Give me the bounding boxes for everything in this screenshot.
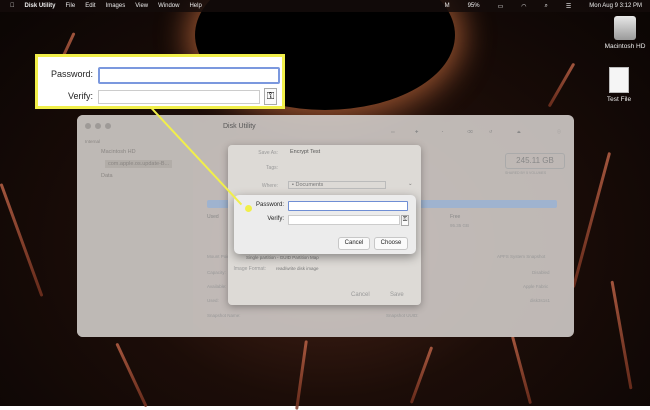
desktop-icon-test-file[interactable]: Test File	[589, 67, 649, 103]
key-icon[interactable]: ⚿	[401, 215, 409, 226]
cancel-button[interactable]: Cancel	[338, 237, 370, 250]
sidebar-item-macintosh-hd[interactable]: Macintosh HD	[101, 149, 136, 155]
where-label: Where:	[261, 183, 278, 189]
zoom-callout: Password: Verify: ⚿	[35, 54, 285, 109]
toolbar-first-aid[interactable]: ✚	[415, 129, 418, 134]
clock[interactable]: Mon Aug 9 3:12 PM	[589, 3, 642, 9]
expand-icon[interactable]: ⌄	[408, 181, 413, 187]
wallpaper-streak	[510, 335, 533, 405]
callout-verify-input	[98, 90, 260, 104]
wallpaper-streak	[295, 340, 308, 410]
free-label: Free	[450, 214, 461, 220]
wifi-icon[interactable]: ◠	[521, 3, 526, 10]
sidebar-item-data[interactable]: Data	[101, 173, 113, 179]
search-icon[interactable]: ⌕	[545, 3, 548, 10]
status-icon[interactable]: M	[445, 3, 450, 9]
sheet-save-button[interactable]: Save	[390, 292, 404, 298]
wallpaper-streak	[409, 346, 434, 404]
menu-app-name[interactable]: Disk Utility	[25, 3, 56, 9]
hard-drive-icon	[614, 16, 636, 40]
folder-icon: ▪	[292, 182, 294, 188]
callout-verify-label: Verify:	[67, 91, 93, 101]
info-value: Apple Fabric	[523, 284, 549, 289]
apple-menu-icon[interactable]: 	[10, 3, 15, 9]
info-value: Snapshot UUID:	[386, 313, 419, 318]
menu-images[interactable]: Images	[106, 3, 126, 9]
document-icon	[609, 67, 629, 93]
menu-view[interactable]: View	[135, 3, 148, 9]
info-value: Disabled	[532, 270, 550, 275]
callout-password-label: Password:	[50, 69, 93, 79]
menu-file[interactable]: File	[66, 3, 76, 9]
menu-edit[interactable]: Edit	[85, 3, 95, 9]
partitions-select[interactable]: Single partition - GUID Partition Map	[246, 255, 319, 260]
info-label: Available:	[207, 284, 227, 289]
minimize-icon[interactable]	[95, 123, 101, 129]
wallpaper-streak	[610, 280, 633, 390]
where-value: Documents	[295, 182, 324, 188]
info-label: Used:	[207, 298, 219, 303]
save-as-field[interactable]: Encrypt Test	[290, 149, 320, 155]
info-value: disk3s1s1	[530, 298, 551, 303]
password-input[interactable]	[288, 201, 408, 211]
battery-icon[interactable]: ▭	[498, 3, 504, 10]
toolbar-erase[interactable]: ⌫	[467, 129, 473, 134]
sidebar-item-snapshot[interactable]: com.apple.os.update-B...	[105, 160, 173, 168]
window-title: Disk Utility	[223, 123, 256, 130]
image-format-select[interactable]: read/write disk image	[276, 266, 319, 271]
free-value: 95.35 GB	[450, 223, 470, 228]
toolbar-restore[interactable]: ↺	[489, 129, 492, 134]
wallpaper-streak	[571, 151, 612, 289]
save-as-label: Save As:	[258, 150, 278, 156]
wallpaper-streak	[115, 342, 148, 408]
zoom-icon[interactable]	[105, 123, 111, 129]
info-label: Capacity:	[207, 270, 226, 275]
sidebar-section-internal: Internal	[85, 139, 101, 144]
toolbar-info[interactable]: ⓘ	[557, 129, 561, 135]
menu-help[interactable]: Help	[189, 3, 201, 9]
callout-password-input	[98, 67, 280, 84]
tags-label: Tags:	[266, 165, 278, 171]
info-label: Snapshot Name:	[207, 313, 241, 318]
choose-button[interactable]: Choose	[374, 237, 408, 250]
desktop-icon-label: Test File	[606, 96, 632, 103]
control-center-icon[interactable]: ☰	[566, 3, 571, 10]
battery-percent: 95%	[467, 3, 480, 9]
callout-key-icon: ⚿	[264, 88, 277, 105]
capacity-value: 245.11 GB	[505, 153, 565, 169]
shared-label: SHARED BY 5 VOLUMES	[505, 171, 547, 175]
sidebar: Internal Macintosh HD com.apple.os.updat…	[77, 115, 193, 337]
wallpaper-streak	[547, 62, 576, 108]
image-format-label: Image Format:	[233, 266, 266, 272]
menu-window[interactable]: Window	[158, 3, 179, 9]
desktop-icon-label: Macintosh HD	[604, 43, 646, 50]
wallpaper-streak	[0, 183, 44, 297]
sheet-cancel-button[interactable]: Cancel	[351, 292, 370, 298]
where-select[interactable]: ▪ Documents	[288, 181, 386, 189]
password-dialog: Password: Verify: ⚿ Cancel Choose	[234, 195, 416, 254]
verify-input[interactable]	[288, 215, 400, 225]
info-value: APFS System Snapshot	[497, 254, 546, 259]
verify-label: Verify:	[267, 216, 284, 222]
used-label: Used	[207, 214, 219, 220]
menu-bar:  Disk Utility File Edit Images View Win…	[0, 0, 650, 12]
toolbar-unmount[interactable]: ⏏	[517, 129, 521, 134]
toolbar-volume[interactable]: ▭	[391, 129, 395, 134]
toolbar-partition[interactable]: ◔	[441, 129, 443, 134]
close-icon[interactable]	[85, 123, 91, 129]
desktop-icon-macintosh-hd[interactable]: Macintosh HD	[595, 16, 650, 50]
callout-dot	[245, 205, 252, 212]
